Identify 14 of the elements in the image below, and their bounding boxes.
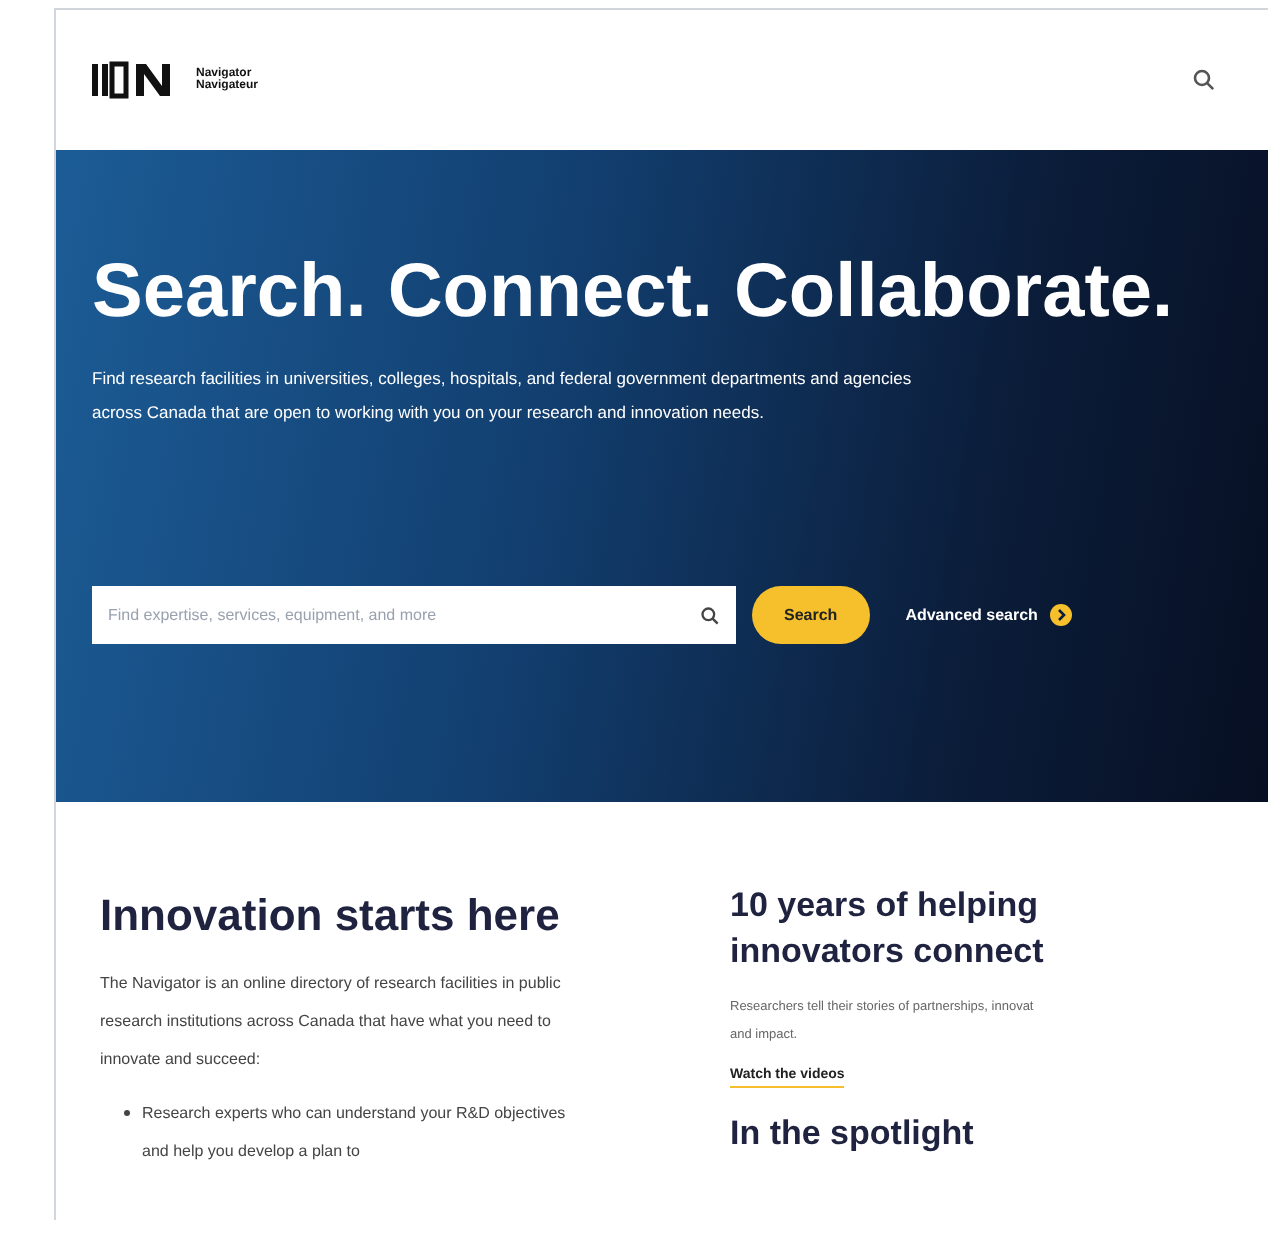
hero-text: Find research facilities in universities, colleges, hospitals, and federal government departments and agencies across Canada that are open to working with you on your research and innovation needs. xyxy=(92,366,914,426)
search-icon[interactable] xyxy=(1192,68,1216,92)
hero-title: Search. Connect. Collaborate. xyxy=(92,254,1176,330)
section-heading: Innovation starts here xyxy=(100,894,562,938)
chevron-circle-icon xyxy=(1049,604,1072,626)
bullet-text: Research experts who can understand your R&D objectives and help you develop a plan to xyxy=(142,1102,568,1164)
advanced-search-link[interactable]: Advanced search xyxy=(905,603,1038,627)
bullet-icon xyxy=(124,1110,130,1116)
search-field[interactable]: Find expertise, services, equipment, and more xyxy=(92,586,736,644)
section-heading: 10 years of helping innovators connect xyxy=(730,884,1046,974)
section-heading: In the spotlight xyxy=(730,1112,976,1156)
search-icon xyxy=(700,606,720,626)
search-button[interactable]: Search xyxy=(752,586,870,644)
intro-text: The Navigator is an online directory of research facilities in public research institutions across Canada that have what you need to innovate and succeed: xyxy=(100,972,563,1072)
